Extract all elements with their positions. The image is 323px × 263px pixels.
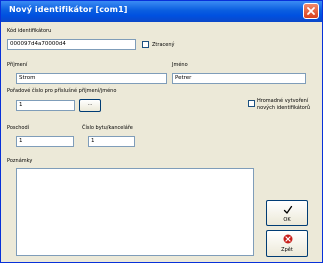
back-label: Zpět [281,247,293,253]
notes-textarea[interactable] [16,168,254,256]
floor-label: Poschodí [7,125,30,131]
close-button[interactable] [303,3,319,19]
lost-label: Ztracený [152,42,175,48]
back-button[interactable]: Zpět [266,230,308,257]
office-input[interactable]: 1 [88,136,135,147]
title-bar[interactable]: Nový identifikátor [com1] [1,1,322,22]
notes-label: Poznámky [7,158,33,164]
bulk-checkbox[interactable] [248,100,255,107]
ok-button[interactable]: OK [266,200,308,226]
order-label: Pořadové číslo pro příslušné příjmení/jm… [7,88,117,94]
lost-checkbox[interactable] [142,41,149,48]
office-label: Číslo bytu/kanceláře [82,125,133,131]
surname-label: Příjmení [7,62,28,68]
code-label: Kód identifikátoru [7,28,52,34]
bulk-label-line1: Hromadné vytvoření [257,98,309,104]
close-icon [307,7,315,15]
floor-input[interactable]: 1 [16,136,74,147]
ok-label: OK [283,217,291,223]
name-label: Jméno [172,62,188,68]
code-input[interactable]: 000097d4a70000d4 [7,39,136,50]
window-title: Nový identifikátor [com1] [9,5,128,14]
browse-button[interactable]: ... [79,99,101,112]
browse-button-label: ... [87,101,93,107]
bulk-label-line2: nových identifikátorů [257,105,311,111]
cancel-icon [283,234,293,244]
order-input[interactable]: 1 [16,100,75,111]
dialog-window: Nový identifikátor [com1] Kód identifiká… [0,0,323,263]
surname-input[interactable]: Strom [16,73,167,84]
name-input[interactable]: Petrer [172,73,306,84]
checkmark-icon [283,205,293,214]
